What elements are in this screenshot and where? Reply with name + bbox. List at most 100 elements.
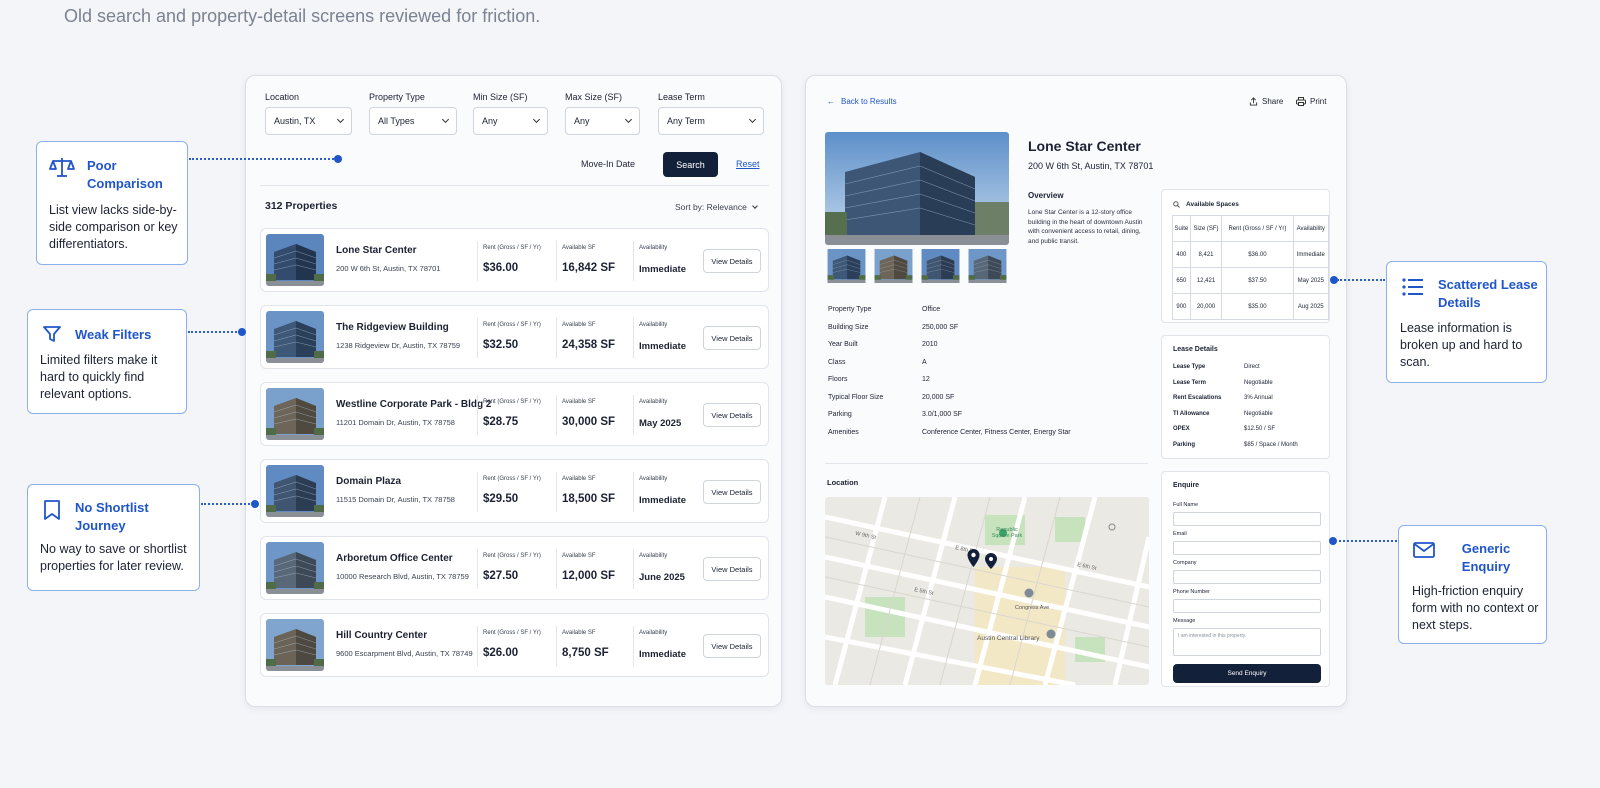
spaces-row[interactable]: 900 20,000 $35.00 Aug 2025	[1172, 293, 1330, 320]
property-name[interactable]: Lone Star Center	[336, 245, 417, 256]
column-divider	[633, 318, 634, 358]
full-name-field[interactable]	[1173, 512, 1321, 526]
connector-line	[1339, 540, 1397, 542]
gallery-thumbnail[interactable]	[825, 249, 868, 283]
available-sf-value: 16,842 SF	[562, 262, 616, 274]
callout-generic-enquiry: Generic Enquiry High-friction enquiry fo…	[1398, 525, 1547, 644]
connector-dot	[334, 155, 342, 163]
property-name[interactable]: The Ridgeview Building	[336, 322, 449, 333]
gallery-thumbnail[interactable]	[872, 249, 915, 283]
send-enquiry-button[interactable]: Send Enquiry	[1173, 664, 1321, 683]
rent-value: $26.00	[483, 647, 519, 659]
property-thumbnail[interactable]	[266, 542, 324, 594]
property-hero-image[interactable]	[825, 132, 1009, 245]
property-name[interactable]: Hill Country Center	[336, 630, 427, 641]
property-thumbnail[interactable]	[266, 465, 324, 517]
spaces-cell: $35.00	[1221, 293, 1294, 320]
available-spaces-title: Available Spaces	[1186, 201, 1239, 208]
available-sf-value: 18,500 SF	[562, 493, 616, 505]
chevron-down-icon	[336, 115, 345, 124]
lease-value: 3% Annual	[1244, 395, 1273, 401]
location-select[interactable]: Austin, TX	[265, 107, 352, 135]
view-details-button[interactable]: View Details	[703, 403, 761, 427]
map-location-pin-icon[interactable]	[966, 548, 981, 568]
email-field[interactable]	[1173, 541, 1321, 555]
arrow-left-icon: ←	[827, 97, 835, 106]
spaces-row[interactable]: 650 12,421 $37.50 May 2025	[1172, 267, 1330, 294]
property-thumbnail[interactable]	[266, 234, 324, 286]
callout-poor-comparison: Poor Comparison List view lacks side-by-…	[36, 141, 188, 265]
callout-no-shortlist: No Shortlist Journey No way to save or s…	[27, 484, 200, 591]
column-divider	[477, 395, 478, 435]
print-button[interactable]: Print	[1296, 97, 1326, 106]
property-name[interactable]: Domain Plaza	[336, 476, 401, 487]
rent-label: Rent (Gross / SF / Yr)	[483, 476, 541, 482]
filter-label-min-size: Min Size (SF)	[473, 92, 528, 102]
lease-label: Lease Term	[1173, 379, 1206, 386]
rent-value: $27.50	[483, 570, 519, 582]
chevron-down-icon	[441, 115, 450, 124]
property-detail-screen: ← Back to Results Share Print Lone Star C…	[805, 75, 1347, 707]
column-divider	[633, 626, 634, 666]
filter-label-max-size: Max Size (SF)	[565, 92, 623, 102]
property-thumbnail[interactable]	[266, 619, 324, 671]
available-sf-value: 8,750 SF	[562, 647, 609, 659]
min-size-select[interactable]: Any	[473, 107, 548, 135]
back-to-results-link[interactable]: ← Back to Results	[827, 97, 897, 106]
spaces-cell: $36.00	[1221, 241, 1294, 268]
column-divider	[556, 241, 557, 281]
table-row[interactable]: Domain Plaza 11515 Domain Dr, Austin, TX …	[260, 459, 769, 523]
property-thumbnail[interactable]	[266, 388, 324, 440]
message-textarea[interactable]: I am interested in this property.	[1173, 628, 1321, 656]
view-details-button[interactable]: View Details	[703, 634, 761, 658]
lease-value: Negotiable	[1244, 379, 1273, 386]
view-details-button[interactable]: View Details	[703, 557, 761, 581]
max-size-select[interactable]: Any	[565, 107, 640, 135]
property-type-select[interactable]: All Types	[369, 107, 457, 135]
property-name[interactable]: Westline Corporate Park - Bldg 2	[336, 399, 491, 410]
column-divider	[477, 241, 478, 281]
spaces-row[interactable]: 400 8,421 $36.00 Immediate	[1172, 241, 1330, 268]
property-thumbnail[interactable]	[266, 311, 324, 363]
share-button[interactable]: Share	[1249, 97, 1283, 106]
table-row[interactable]: The Ridgeview Building 1238 Ridgeview Dr,…	[260, 305, 769, 369]
reset-link[interactable]: Reset	[736, 159, 760, 169]
gallery-thumbnail[interactable]	[966, 249, 1009, 283]
property-name[interactable]: Arboretum Office Center	[336, 553, 453, 564]
table-row[interactable]: Lone Star Center 200 W 6th St, Austin, TX…	[260, 228, 769, 292]
spec-label: Floors	[828, 376, 848, 383]
table-row[interactable]: Westline Corporate Park - Bldg 2 11201 Do…	[260, 382, 769, 446]
view-details-button[interactable]: View Details	[703, 249, 761, 273]
property-address: 200 W 6th St, Austin, TX 78701	[1028, 161, 1154, 171]
view-details-button[interactable]: View Details	[703, 480, 761, 504]
spaces-cell: 400	[1172, 241, 1191, 268]
view-details-button[interactable]: View Details	[703, 326, 761, 350]
property-address: 1238 Ridgeview Dr, Austin, TX 78759	[336, 341, 461, 350]
availability-label: Availability	[639, 553, 668, 559]
lease-term-select[interactable]: Any Term	[658, 107, 764, 135]
column-divider	[477, 472, 478, 512]
table-row[interactable]: Hill Country Center 9600 Escarpment Blvd,…	[260, 613, 769, 677]
list-icon	[1402, 278, 1423, 296]
lease-value: $85 / Space / Month	[1244, 441, 1298, 448]
overview-title: Overview	[1028, 191, 1064, 200]
column-divider	[556, 626, 557, 666]
spec-label: Typical Floor Size	[828, 393, 884, 401]
sort-dropdown[interactable]: Sort by: Relevance	[675, 202, 758, 212]
available-sf-value: 30,000 SF	[562, 416, 616, 428]
table-row[interactable]: Arboretum Office Center 10000 Research Bl…	[260, 536, 769, 600]
availability-value: June 2025	[639, 572, 685, 583]
gallery-thumbnail[interactable]	[919, 249, 962, 283]
lease-value: Negotiable	[1244, 410, 1273, 417]
spec-value: 12	[922, 376, 930, 383]
location-map[interactable]: Republic Square Park Congress Ave Austin…	[825, 497, 1149, 685]
share-icon	[1249, 97, 1258, 106]
search-button[interactable]: Search	[663, 152, 718, 177]
spec-value: 250,000 SF	[922, 323, 959, 331]
share-label: Share	[1262, 97, 1284, 106]
move-in-date-filter[interactable]: Move-In Date	[581, 159, 635, 169]
scale-icon	[49, 158, 75, 177]
available-sf-label: Available SF	[562, 245, 596, 251]
phone-field[interactable]	[1173, 599, 1321, 613]
company-field[interactable]	[1173, 570, 1321, 584]
